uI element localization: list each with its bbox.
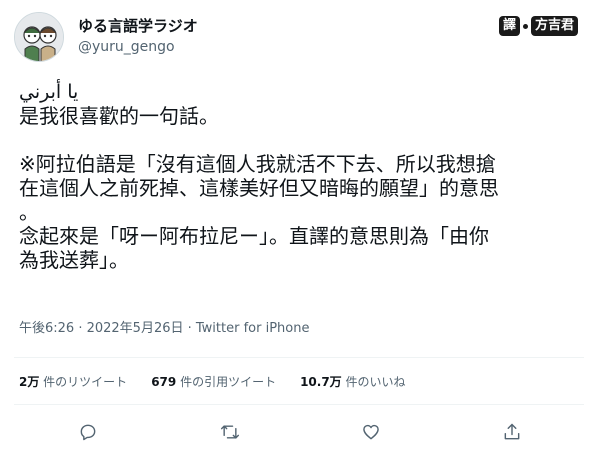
retweet-button[interactable] bbox=[216, 418, 244, 446]
reply-button[interactable] bbox=[74, 418, 102, 446]
retweet-count[interactable]: 2万 件のリツイート bbox=[19, 373, 127, 390]
quote-count[interactable]: 679 件の引用ツイート bbox=[151, 373, 276, 390]
translator-name: 方吉君 bbox=[530, 16, 578, 36]
tweet-line: 念起來是「呀ー阿布拉尼ー」。直譯的意思則為「由你 bbox=[19, 224, 489, 248]
retweet-count-value: 2万 bbox=[19, 375, 40, 389]
share-button[interactable] bbox=[498, 418, 526, 446]
quote-count-label: 件の引用ツイート bbox=[176, 375, 277, 389]
display-name[interactable]: ゆる言語学ラジオ bbox=[78, 16, 198, 36]
avatar-illustration-icon bbox=[15, 13, 63, 61]
tweet-line: 是我很喜歡的一句話。 bbox=[19, 104, 219, 128]
like-button[interactable] bbox=[357, 418, 385, 446]
tweet-line: 在這個人之前死掉、這樣美好但又暗晦的願望」的意思 bbox=[19, 176, 499, 200]
tweet-text: يا أبرني 是我很喜歡的一句話。 ※阿拉伯語是「沒有這個人我就活不下去、所… bbox=[19, 80, 584, 272]
divider bbox=[14, 404, 584, 405]
tweet-line: 。 bbox=[19, 200, 39, 224]
reply-icon bbox=[80, 424, 96, 441]
share-icon bbox=[504, 423, 520, 440]
tweet-card: ゆる言語学ラジオ @yuru_gengo 譯 方吉君 يا أبرني 是我很喜… bbox=[0, 0, 598, 457]
tweet-stats: 2万 件のリツイート 679 件の引用ツイート 10.7万 件のいいね bbox=[19, 373, 406, 390]
tweet-timestamp[interactable]: 午後6:26 · 2022年5月26日 · Twitter for iPhone bbox=[19, 320, 309, 338]
retweet-count-label: 件のリツイート bbox=[39, 375, 128, 389]
quote-count-value: 679 bbox=[151, 375, 177, 389]
translator-badge: 譯 方吉君 bbox=[498, 16, 578, 36]
user-handle[interactable]: @yuru_gengo bbox=[78, 38, 175, 56]
tweet-line-arabic: يا أبرني bbox=[19, 81, 79, 103]
translator-mark: 譯 bbox=[498, 16, 520, 36]
tweet-header: ゆる言語学ラジオ @yuru_gengo 譯 方吉君 bbox=[14, 10, 584, 62]
tweet-actions bbox=[0, 418, 598, 446]
badge-separator bbox=[522, 23, 528, 29]
like-icon bbox=[363, 424, 379, 440]
tweet-line: 為我送葬」。 bbox=[19, 248, 129, 272]
divider bbox=[14, 357, 584, 358]
like-count-label: 件のいいね bbox=[341, 375, 406, 389]
like-count-value: 10.7万 bbox=[300, 375, 342, 389]
retweet-icon bbox=[220, 425, 240, 439]
avatar[interactable] bbox=[14, 12, 64, 62]
tweet-line: ※阿拉伯語是「沒有這個人我就活不下去、所以我想搶 bbox=[19, 152, 496, 176]
like-count[interactable]: 10.7万 件のいいね bbox=[300, 373, 405, 390]
